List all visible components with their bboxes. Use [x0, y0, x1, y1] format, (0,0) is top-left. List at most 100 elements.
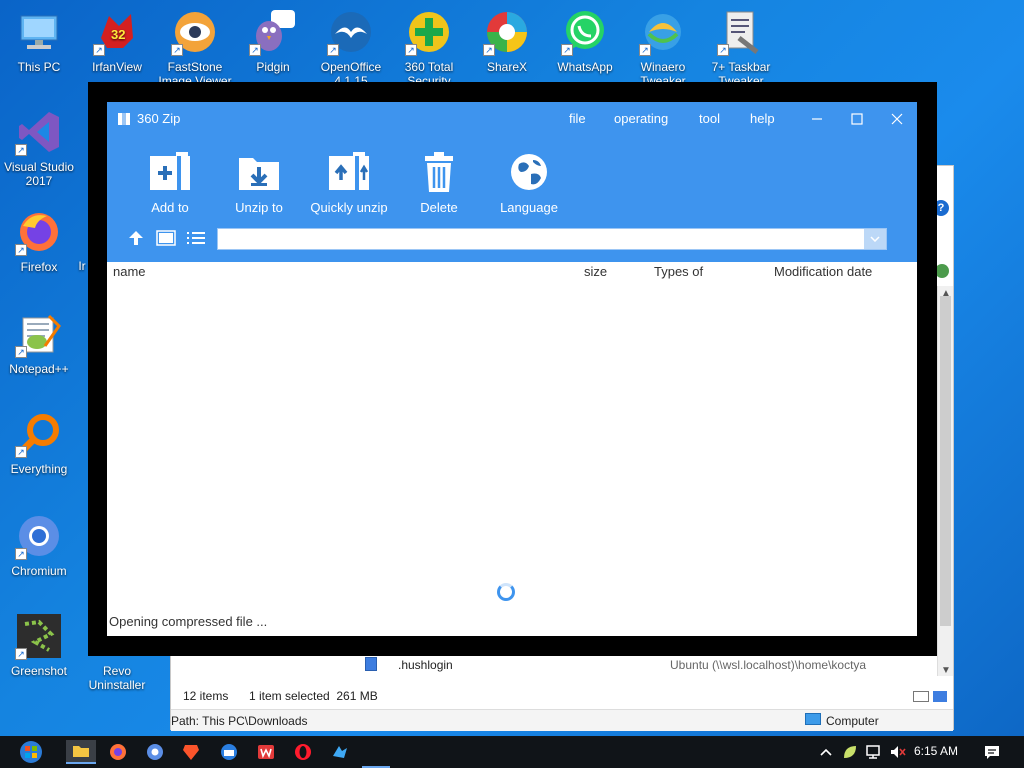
desktop-icon-label: Visual Studio 2017: [4, 160, 74, 188]
menu-operating[interactable]: operating: [614, 111, 668, 126]
taskbar-clock[interactable]: 6:15 AM: [914, 744, 958, 758]
taskbar-file-explorer[interactable]: [66, 740, 96, 764]
taskbar-firefox[interactable]: [106, 740, 130, 764]
desktop-icon-360-total-security[interactable]: ↗ 360 Total Security: [390, 8, 468, 84]
desktop-icon-irfanview[interactable]: 32 ↗ IrfanView: [78, 8, 156, 74]
list-view-icon: [187, 232, 205, 244]
network-button[interactable]: [862, 740, 886, 764]
magnifier-icon: ↗: [15, 410, 63, 458]
maximize-button[interactable]: [842, 107, 872, 131]
file-name: .hushlogin: [398, 658, 453, 672]
taskbar-thunderbird[interactable]: [217, 740, 241, 764]
path-dropdown-button[interactable]: [864, 229, 886, 249]
desktop-icon-revo-uninstaller[interactable]: Revo Uninstaller: [78, 650, 156, 692]
computer-icon-small: [805, 713, 821, 725]
taskbar-chromium[interactable]: [143, 740, 167, 764]
scroll-down-icon[interactable]: ▼: [941, 665, 951, 676]
up-level-button[interactable]: [125, 229, 147, 247]
brave-lion-icon: [183, 745, 199, 760]
maximize-icon: [851, 113, 863, 125]
thumbnail-view-button[interactable]: [155, 229, 177, 247]
unzip-to-button[interactable]: Unzip to: [216, 150, 302, 215]
language-button[interactable]: Language: [486, 150, 572, 215]
taskbar-wps-office[interactable]: [254, 740, 278, 764]
delete-button[interactable]: Delete: [396, 150, 482, 215]
quick-unzip-icon: [329, 152, 369, 190]
desktop-icon-chromium[interactable]: ↗ Chromium: [0, 512, 78, 578]
loading-spinner-icon: [497, 583, 515, 601]
taskbar-brave[interactable]: [179, 740, 203, 764]
desktop-icon-this-pc[interactable]: This PC: [0, 8, 78, 74]
column-header-size[interactable]: size: [584, 264, 607, 279]
zip-app-window: 360 Zip file operating tool help Add to …: [107, 102, 917, 636]
windows-orb-icon: [20, 741, 42, 763]
taskbar-tweaker-icon: ↗: [717, 8, 765, 56]
close-button[interactable]: [882, 107, 912, 131]
list-view-button[interactable]: [185, 229, 207, 247]
delete-label: Delete: [420, 200, 458, 215]
desktop-icon-whatsapp[interactable]: ↗ WhatsApp: [546, 8, 624, 74]
desktop-icon-sharex[interactable]: ↗ ShareX: [468, 8, 546, 74]
menu-file-label[interactable]: file: [569, 111, 586, 126]
action-center-button[interactable]: [980, 740, 1004, 764]
wps-office-icon: [258, 745, 274, 759]
thunderbird-icon: [221, 744, 237, 760]
menu-help[interactable]: help: [750, 111, 775, 126]
menu-help-label[interactable]: help: [750, 111, 775, 126]
volume-button[interactable]: [886, 740, 910, 764]
tiles-view-icon[interactable]: [933, 691, 947, 702]
desktop-icon-label: 7+ Taskbar Tweaker: [711, 60, 771, 84]
archive-path-input[interactable]: [217, 228, 887, 250]
status-bar: 12 items 1 item selected 261 MB: [171, 686, 953, 708]
zip-logo-icon: [118, 112, 130, 125]
explorer-scrollbar[interactable]: ▲ ▼: [937, 286, 953, 676]
desktop-icon-openoffice[interactable]: ↗ OpenOffice 4.1.15: [312, 8, 390, 84]
winaero-icon: ↗: [639, 8, 687, 56]
taskbar-app[interactable]: [328, 740, 352, 764]
menu-tool[interactable]: tool: [699, 111, 720, 126]
desktop-icon-greenshot[interactable]: ↗ Greenshot: [0, 612, 78, 678]
desktop-icon-label: IrfanView: [92, 60, 142, 74]
desktop-icon-label: Winaero Tweaker: [640, 60, 686, 84]
chromium-icon: ↗: [15, 512, 63, 560]
plus-shield-icon: ↗: [405, 8, 453, 56]
taskbar: 6:15 AM: [0, 736, 1024, 768]
minimize-button[interactable]: [802, 107, 832, 131]
status-item-count: 12 items: [183, 689, 229, 703]
thumbnail-view-icon: [156, 230, 176, 246]
chevron-down-icon: [870, 236, 880, 242]
start-button[interactable]: [16, 740, 46, 764]
pidgin-bird-icon: ↗: [249, 8, 297, 56]
faststone-eye-icon: ↗: [171, 8, 219, 56]
globe-icon: [511, 154, 547, 190]
desktop-icon-everything[interactable]: ↗ Everything: [0, 410, 78, 476]
show-hidden-icons-button[interactable]: [814, 740, 838, 764]
taskbar-opera[interactable]: [291, 740, 315, 764]
details-view-icon[interactable]: [913, 691, 929, 702]
scrollbar-thumb[interactable]: [940, 296, 951, 626]
desktop-icon-7-taskbar-tweaker[interactable]: ↗ 7+ Taskbar Tweaker: [702, 8, 780, 84]
openoffice-gull-icon: ↗: [327, 8, 375, 56]
folder-icon: [73, 746, 89, 757]
column-header-type[interactable]: Types of: [654, 264, 703, 279]
desktop-icon-label: FastStone Image Viewer: [158, 60, 232, 84]
unzip-to-label: Unzip to: [235, 200, 283, 215]
desktop-icon-pidgin[interactable]: ↗ Pidgin: [234, 8, 312, 74]
add-to-button[interactable]: Add to: [127, 150, 213, 215]
tray-app-icon[interactable]: [838, 740, 862, 764]
file-location: Ubuntu (\\wsl.localhost)\home\koctya: [670, 658, 867, 672]
menu-tool-label[interactable]: tool: [699, 111, 720, 126]
quickly-unzip-button[interactable]: Quickly unzip: [306, 150, 392, 215]
desktop-icon-winaero[interactable]: ↗ Winaero Tweaker: [624, 8, 702, 84]
menu-operating-label[interactable]: operating: [614, 111, 668, 126]
menu-file[interactable]: file: [569, 111, 586, 126]
desktop-icon-notepadpp[interactable]: ↗ Notepad++: [0, 310, 78, 376]
window-title: 360 Zip: [117, 111, 180, 126]
column-header-name[interactable]: name: [113, 264, 146, 279]
column-header-date[interactable]: Modification date: [774, 264, 872, 279]
desktop-icon-label: WhatsApp: [557, 60, 613, 74]
file-row[interactable]: .hushlogin Ubuntu (\\wsl.localhost)\home…: [361, 656, 881, 674]
desktop-icon-visual-studio[interactable]: ↗ Visual Studio 2017: [0, 108, 78, 188]
sharex-icon: ↗: [483, 8, 531, 56]
desktop-icon-faststone[interactable]: ↗ FastStone Image Viewer: [156, 8, 234, 84]
